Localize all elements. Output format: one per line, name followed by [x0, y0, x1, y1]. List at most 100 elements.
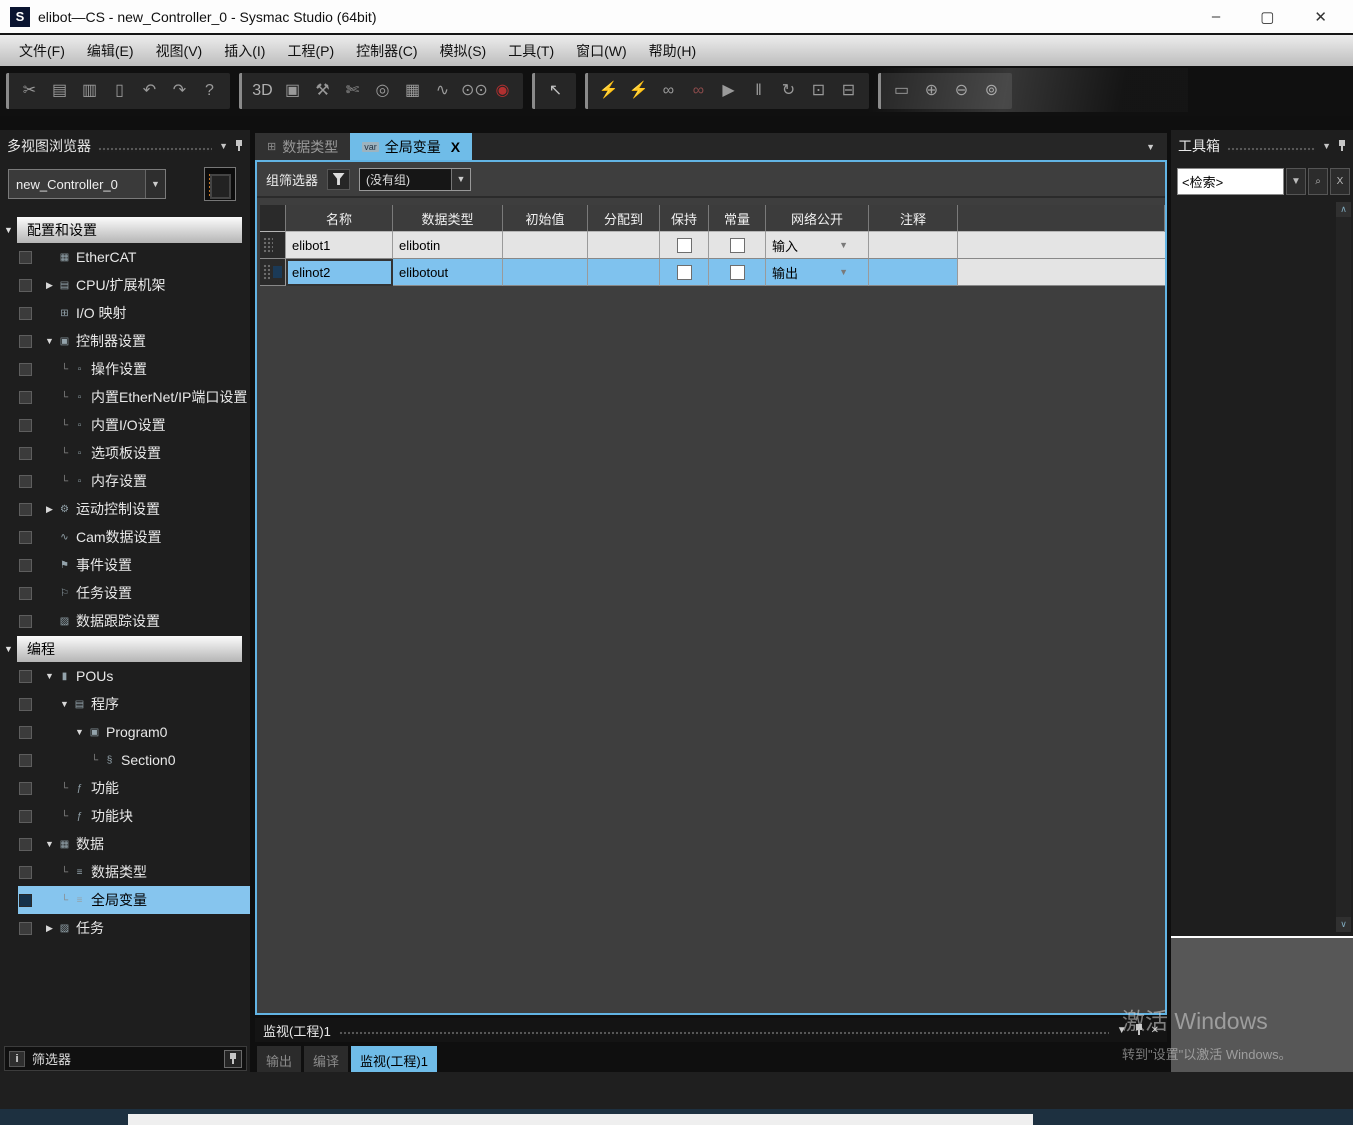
controller-select[interactable]: new_Controller_0 ▼ — [8, 169, 166, 199]
dropdown-arrow-icon[interactable]: ▼ — [839, 240, 862, 250]
abort-icon[interactable]: ◉ — [491, 78, 514, 104]
item-status-box[interactable] — [19, 754, 32, 767]
tab-data-types[interactable]: ⊞ 数据类型 — [255, 133, 350, 160]
offline-warning-icon[interactable]: ⚡ — [627, 78, 650, 104]
redo-icon[interactable]: ↷ — [168, 78, 191, 104]
item-status-box[interactable] — [19, 447, 32, 460]
group-filter-select[interactable]: (没有组) ▼ — [359, 168, 471, 191]
item-status-box[interactable] — [19, 531, 32, 544]
tree-item-0-3[interactable]: ▼▣控制器设置 — [0, 327, 250, 355]
filter-pin-button[interactable] — [224, 1050, 242, 1068]
item-status-box[interactable] — [19, 391, 32, 404]
column-header-5[interactable]: 常量 — [709, 205, 766, 232]
menu-item-7[interactable]: 工具(T) — [497, 38, 565, 64]
item-status-box[interactable] — [19, 503, 32, 516]
item-status-box[interactable] — [19, 251, 32, 264]
panel-close-icon[interactable]: ✕ — [1151, 1025, 1159, 1036]
monitor-glasses-icon[interactable]: ∞ — [657, 78, 680, 104]
tree-item-0-9[interactable]: ▶⚙运动控制设置 — [0, 495, 250, 523]
expand-arrow-icon[interactable]: ▶ — [42, 923, 57, 934]
item-status-box[interactable] — [19, 838, 32, 851]
dropdown-arrow-icon[interactable]: ▼ — [839, 267, 862, 277]
item-status-box[interactable] — [19, 698, 32, 711]
menu-item-1[interactable]: 编辑(E) — [76, 38, 145, 64]
cell-retain[interactable] — [660, 232, 709, 259]
constant-checkbox[interactable] — [730, 238, 745, 253]
cell-initial-value[interactable] — [503, 259, 588, 286]
copy-icon[interactable]: ▤ — [48, 78, 71, 104]
bottom-tab-0[interactable]: 输出 — [257, 1046, 301, 1075]
synchronize-icon[interactable]: ↻ — [777, 78, 800, 104]
cell-data-type[interactable]: elibotout — [393, 259, 503, 286]
retain-checkbox[interactable] — [677, 238, 692, 253]
chevron-down-icon[interactable]: ▼ — [451, 169, 470, 190]
tree-item-0-10[interactable]: ∿Cam数据设置 — [0, 523, 250, 551]
step-run-icon[interactable]: ▶ — [717, 78, 740, 104]
help-doc-icon[interactable]: ? — [198, 78, 221, 104]
item-status-box[interactable] — [19, 475, 32, 488]
column-header-4[interactable]: 保持 — [660, 205, 709, 232]
item-status-box[interactable] — [19, 363, 32, 376]
expand-arrow-icon[interactable]: ▶ — [42, 280, 57, 291]
cell-constant[interactable] — [709, 232, 766, 259]
tree-section-1[interactable]: ▼编程 — [0, 636, 250, 662]
row-handle[interactable] — [260, 259, 286, 286]
tree-item-1-2[interactable]: ▼▣Program0 — [0, 718, 250, 746]
edit-pointer-icon[interactable]: ↖ — [544, 78, 567, 104]
cell-data-type[interactable]: elibotin — [393, 232, 503, 259]
row-handle[interactable] — [260, 232, 286, 259]
collapse-arrow-icon[interactable]: ▼ — [0, 644, 17, 654]
toolbox-scrollbar[interactable]: ∧ ∨ — [1336, 202, 1351, 932]
tree-item-1-7[interactable]: └≡数据类型 — [0, 858, 250, 886]
bottom-tab-2[interactable]: 监视(工程)1 — [351, 1046, 437, 1075]
tree-item-1-0[interactable]: ▼▮POUs — [0, 662, 250, 690]
cell-at[interactable] — [588, 232, 660, 259]
tree-item-1-9[interactable]: ▶▨任务 — [0, 914, 250, 942]
controller-device-icon[interactable] — [204, 167, 236, 201]
cell-initial-value[interactable] — [503, 232, 588, 259]
tree-item-1-8[interactable]: └≡全局变量 — [0, 886, 250, 914]
cut-icon[interactable]: ✂ — [18, 78, 41, 104]
tree-item-0-5[interactable]: └▫内置EtherNet/IP端口设置 — [0, 383, 250, 411]
tree-item-0-4[interactable]: └▫操作设置 — [0, 355, 250, 383]
pin-icon[interactable] — [1338, 140, 1346, 152]
cascade-windows-icon[interactable]: ▣ — [281, 78, 304, 104]
item-status-box[interactable] — [19, 922, 32, 935]
panel-collapse-icon[interactable]: ▼ — [219, 141, 228, 151]
constant-checkbox[interactable] — [730, 265, 745, 280]
tree-item-1-5[interactable]: └ƒ功能块 — [0, 802, 250, 830]
expand-arrow-icon[interactable]: ▼ — [72, 727, 87, 737]
item-status-box[interactable] — [19, 559, 32, 572]
item-status-box[interactable] — [19, 894, 32, 907]
menu-item-4[interactable]: 工程(P) — [276, 38, 345, 64]
tree-item-0-1[interactable]: ▶▤CPU/扩展机架 — [0, 271, 250, 299]
column-header-7[interactable]: 注释 — [869, 205, 958, 232]
menu-item-8[interactable]: 窗口(W) — [565, 38, 638, 64]
menu-item-9[interactable]: 帮助(H) — [638, 38, 707, 64]
tree-item-1-1[interactable]: ▼▤程序 — [0, 690, 250, 718]
bottom-tab-1[interactable]: 编译 — [304, 1046, 348, 1075]
cell-comment[interactable] — [869, 259, 958, 286]
tree-item-0-11[interactable]: ⚑事件设置 — [0, 551, 250, 579]
tree-item-0-8[interactable]: └▫内存设置 — [0, 467, 250, 495]
tree-item-1-4[interactable]: └ƒ功能 — [0, 774, 250, 802]
toolbox-search-input[interactable] — [1177, 168, 1284, 195]
item-status-box[interactable] — [19, 615, 32, 628]
cell-at[interactable] — [588, 259, 660, 286]
chevron-down-icon[interactable]: ▼ — [145, 170, 165, 198]
tree-item-0-12[interactable]: ⚐任务设置 — [0, 579, 250, 607]
pin-icon[interactable] — [1135, 1024, 1143, 1036]
delete-icon[interactable]: ▯ — [108, 78, 131, 104]
tab-global-variables[interactable]: var 全局变量 X — [350, 133, 472, 160]
tree-item-0-0[interactable]: ▦EtherCAT — [0, 243, 250, 271]
cell-name[interactable]: elibot1 — [286, 232, 393, 259]
cell-network-publish[interactable]: 输入▼ — [766, 232, 869, 259]
expand-arrow-icon[interactable]: ▼ — [42, 336, 57, 346]
column-header-6[interactable]: 网络公开 — [766, 205, 869, 232]
tree-item-1-3[interactable]: └§Section0 — [0, 746, 250, 774]
item-status-box[interactable] — [19, 866, 32, 879]
variable-row-0[interactable]: elibot1elibotin 输入▼ — [260, 232, 1165, 259]
item-status-box[interactable] — [19, 279, 32, 292]
cell-retain[interactable] — [660, 259, 709, 286]
rebuild-icon[interactable]: ✄ — [341, 78, 364, 104]
